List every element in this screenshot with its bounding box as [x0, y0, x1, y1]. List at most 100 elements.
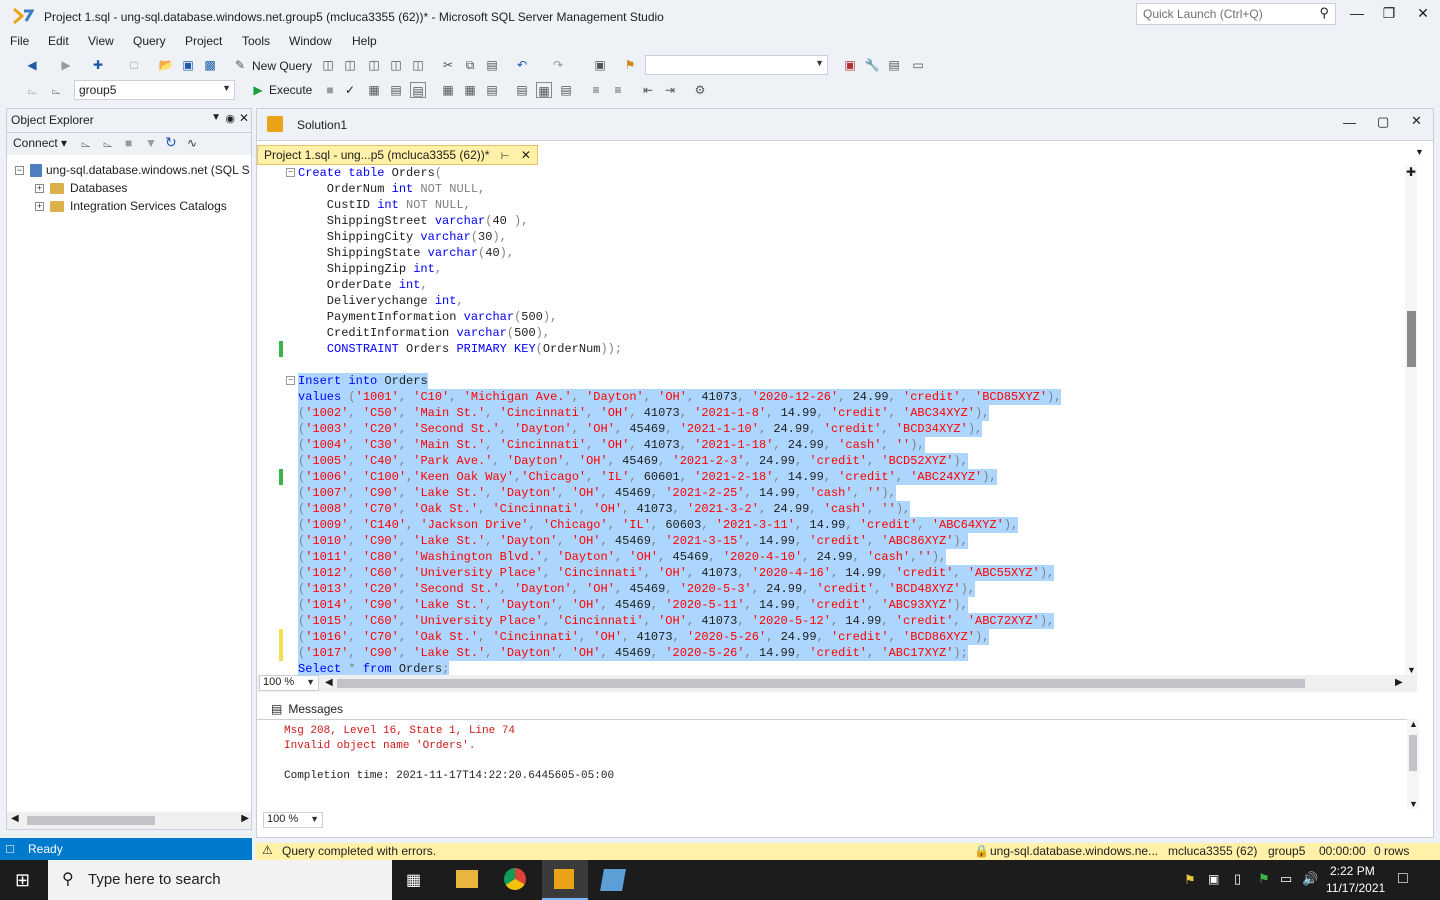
dax-query-icon[interactable]: ◫	[410, 57, 426, 73]
code-line[interactable]: ('1010', 'C90', 'Lake St.', 'Dayton', 'O…	[298, 533, 968, 549]
filter-icon[interactable]: ▼	[145, 136, 157, 150]
menu-tools[interactable]: Tools	[242, 34, 270, 48]
uncomment-icon[interactable]: ≡	[610, 82, 626, 98]
code-line[interactable]: Select * from Orders;	[298, 661, 450, 675]
save-all-icon[interactable]: ▩	[202, 57, 218, 73]
expand-icon[interactable]: +	[35, 202, 44, 212]
tab-project-sql[interactable]: Project 1.sql - ung...p5 (mcluca3355 (62…	[257, 145, 538, 165]
maximize-button[interactable]: ▢	[1377, 114, 1389, 130]
scroll-left-icon[interactable]: ◀	[325, 677, 333, 688]
code-line[interactable]: ('1011', 'C80', 'Washington Blvd.', 'Day…	[298, 549, 947, 565]
window-icon[interactable]: ▭	[910, 57, 926, 73]
code-line[interactable]: CONSTRAINT Orders PRIMARY KEY(OrderNum))…	[298, 341, 622, 357]
code-line[interactable]: Insert into Orders	[298, 373, 428, 389]
code-line[interactable]: ShippingState varchar(40),	[298, 245, 514, 261]
close-button[interactable]: ✕	[1408, 5, 1438, 25]
refresh-icon[interactable]: ↻	[165, 134, 177, 151]
toolbox-icon[interactable]: ▤	[886, 57, 902, 73]
results-to-grid-icon[interactable]: ▦	[536, 82, 552, 98]
vm-icon[interactable]: ▣	[1208, 872, 1219, 886]
fold-toggle-icon[interactable]: −	[286, 376, 295, 385]
find-icon[interactable]: ⚑	[622, 57, 638, 73]
solution-explorer-icon[interactable]: ▣	[592, 57, 608, 73]
change-connection-icon[interactable]: ⌳	[48, 82, 64, 98]
live-stats-icon[interactable]: ▦	[462, 82, 478, 98]
code-line[interactable]: ('1015', 'C60', 'University Place', 'Cin…	[298, 613, 1055, 629]
vertical-scrollbar[interactable]: ✚ ▼	[1405, 165, 1417, 675]
comment-icon[interactable]: ≡	[588, 82, 604, 98]
sql-editor[interactable]: Create table Orders( OrderNum int NOT NU…	[257, 165, 1417, 675]
flag-icon[interactable]: ⚑	[1258, 871, 1270, 887]
network-icon[interactable]: ▭	[1280, 871, 1292, 887]
code-line[interactable]: OrderDate int,	[298, 277, 428, 293]
messages-scrollbar[interactable]: ▲ ▼	[1407, 719, 1419, 809]
tree-item-integration-services[interactable]: + Integration Services Catalogs	[35, 197, 227, 215]
dmx-query-icon[interactable]: ◫	[366, 57, 382, 73]
cut-icon[interactable]: ✂	[440, 57, 456, 73]
execute-button[interactable]: Execute	[269, 83, 312, 97]
open-file-icon[interactable]: 📂	[158, 57, 174, 73]
mdx-query-icon[interactable]: ◫	[342, 57, 358, 73]
code-line[interactable]: ShippingStreet varchar(40 ),	[298, 213, 529, 229]
outdent-icon[interactable]: ⇤	[640, 82, 656, 98]
execute-icon[interactable]: ▶	[250, 82, 266, 98]
split-icon[interactable]: ✚	[1406, 165, 1416, 179]
undo-icon[interactable]: ↶	[514, 57, 530, 73]
menu-edit[interactable]: Edit	[48, 34, 69, 48]
template-explorer-icon[interactable]: ▣	[842, 57, 858, 73]
paste-icon[interactable]: ▤	[484, 57, 500, 73]
code-line[interactable]: ('1009', 'C140', 'Jackson Drive', 'Chica…	[298, 517, 1019, 533]
tab-messages[interactable]: ▤ Messages	[265, 699, 350, 719]
restore-button[interactable]: ❐	[1374, 5, 1404, 25]
include-plan-icon[interactable]: ▦	[440, 82, 456, 98]
tray-icon[interactable]: ⚑	[1184, 872, 1196, 888]
scroll-right-icon[interactable]: ▶	[241, 813, 249, 824]
windows-start-icon[interactable]: ⊞	[15, 870, 30, 891]
clock-date[interactable]: 11/17/2021	[1326, 881, 1385, 895]
pin-icon[interactable]: ⊢	[501, 151, 510, 162]
clock-time[interactable]: 2:22 PM	[1330, 864, 1375, 878]
close-tab-icon[interactable]: ✕	[521, 148, 531, 162]
parse-icon[interactable]: ✓	[342, 82, 358, 98]
code-line[interactable]: ShippingZip int,	[298, 261, 442, 277]
new-query-button[interactable]: New Query	[252, 59, 312, 73]
new-item-icon[interactable]: □	[126, 57, 142, 73]
messages-output[interactable]: Msg 208, Level 16, State 1, Line 74 Inva…	[257, 719, 1407, 809]
code-line[interactable]: ('1012', 'C60', 'University Place', 'Cin…	[298, 565, 1055, 581]
menu-help[interactable]: Help	[352, 34, 377, 48]
quick-launch-input[interactable]: Quick Launch (Ctrl+Q) ⚲	[1136, 3, 1336, 25]
zoom-select[interactable]: 100 % ▼	[259, 675, 319, 691]
scroll-thumb[interactable]	[337, 679, 1305, 688]
code-line[interactable]: ('1016', 'C70', 'Oak St.', 'Cincinnati',…	[298, 629, 990, 645]
code-line[interactable]: OrderNum int NOT NULL,	[298, 181, 485, 197]
results-to-file-icon[interactable]: ▤	[558, 82, 574, 98]
database-select[interactable]: group5 ▼	[74, 80, 235, 100]
collapse-icon[interactable]: −	[15, 166, 24, 176]
notifications-icon[interactable]: □	[1398, 870, 1408, 888]
new-project-icon[interactable]: ✚	[90, 57, 106, 73]
scroll-thumb[interactable]	[1409, 735, 1417, 771]
scroll-thumb[interactable]	[27, 816, 155, 825]
indent-icon[interactable]: ⇥	[662, 82, 678, 98]
connect-button[interactable]: Connect ▾	[13, 136, 67, 150]
stop-icon[interactable]: ■	[125, 136, 132, 150]
client-stats-icon[interactable]: ▤	[484, 82, 500, 98]
save-icon[interactable]: ▣	[180, 57, 196, 73]
menu-query[interactable]: Query	[133, 34, 166, 48]
chevron-down-icon[interactable]: ▼	[211, 112, 221, 123]
query-designer-icon[interactable]: ▤	[388, 82, 404, 98]
file-explorer-icon[interactable]	[456, 870, 478, 888]
battery-icon[interactable]: ▯	[1234, 871, 1241, 887]
forward-icon[interactable]: ▶	[58, 57, 74, 73]
pin-icon[interactable]: ◉	[225, 112, 235, 125]
code-line[interactable]: ('1002', 'C50', 'Main St.', 'Cincinnati'…	[298, 405, 990, 421]
connect-icon[interactable]: ⌳	[24, 82, 40, 98]
tree-item-databases[interactable]: + Databases	[35, 179, 127, 197]
connect-icon[interactable]: ⌳	[81, 136, 90, 151]
find-combo[interactable]: ▼	[645, 55, 828, 75]
db-engine-query-icon[interactable]: ◫	[320, 57, 336, 73]
minimize-button[interactable]: —	[1343, 115, 1356, 130]
code-line[interactable]: PaymentInformation varchar(500),	[298, 309, 557, 325]
code-line[interactable]: CustID int NOT NULL,	[298, 197, 471, 213]
expand-icon[interactable]: +	[35, 184, 44, 194]
